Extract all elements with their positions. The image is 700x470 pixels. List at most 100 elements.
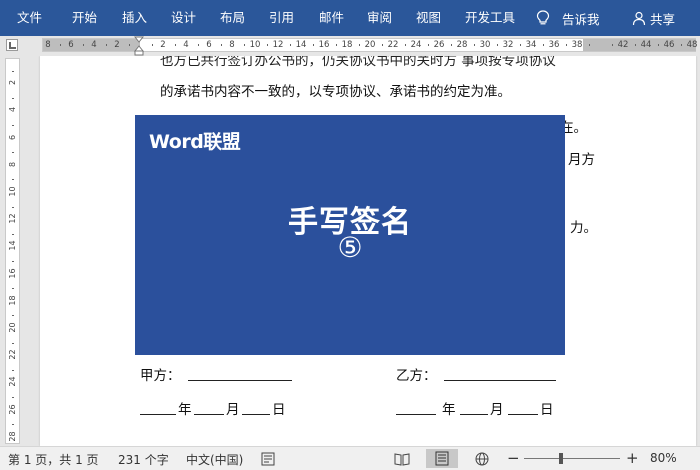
indent-marker-icon[interactable] — [134, 36, 144, 56]
ruler-tick — [611, 44, 613, 46]
ruler-number: 2 — [160, 40, 166, 50]
ruler-tick — [634, 44, 636, 46]
ruler-tick — [381, 44, 383, 46]
ruler-tick — [450, 44, 452, 46]
text-line-cut: 也方已共行签订办公书的，仍关协议书中的关时方 事项按专项协议 — [160, 56, 556, 69]
ruler-tick — [519, 44, 521, 46]
page-count[interactable]: 第 1 页，共 1 页 — [8, 451, 99, 468]
ruler-number: 28 — [456, 40, 468, 50]
zoom-out-button[interactable]: − — [507, 449, 520, 467]
ruler-number: 8 — [229, 40, 235, 50]
vruler-tick — [12, 342, 14, 344]
vruler-number: 14 — [8, 240, 17, 251]
ruler-number: 32 — [502, 40, 514, 50]
ruler-number: 36 — [548, 40, 560, 50]
ruler-number: 12 — [272, 40, 284, 50]
vruler-number: 26 — [8, 404, 17, 415]
vruler-tick — [12, 397, 14, 398]
vruler-number: 16 — [8, 268, 17, 279]
tab-mailings[interactable]: 邮件 — [319, 0, 344, 36]
tab-layout[interactable]: 布局 — [220, 0, 245, 36]
vruler-number: 22 — [8, 349, 17, 360]
zoom-in-button[interactable]: + — [626, 449, 639, 467]
ruler-number: 26 — [433, 40, 445, 50]
date-b-month-line — [460, 414, 488, 415]
vruler-number: 28 — [8, 431, 17, 442]
vruler-number: 24 — [8, 376, 17, 387]
language-indicator[interactable]: 中文(中国) — [186, 451, 243, 468]
ruler-number: 46 — [663, 40, 675, 50]
ruler-number: 16 — [318, 40, 330, 50]
zoom-level[interactable]: 80% — [650, 451, 677, 465]
step-number: ⑤ — [337, 231, 363, 264]
party-b-label: 乙方： — [396, 368, 437, 384]
vruler-tick — [12, 424, 14, 426]
person-icon — [632, 11, 646, 25]
ruler-number: 14 — [295, 40, 307, 50]
tab-references[interactable]: 引用 — [269, 0, 294, 36]
read-mode-icon[interactable] — [394, 451, 410, 467]
ruler-tick — [404, 44, 406, 46]
vruler-tick — [12, 206, 14, 208]
ruler-tick — [473, 44, 475, 46]
text-fragment: 月方 — [568, 152, 595, 168]
date-b-year: 年 — [442, 402, 456, 418]
vruler-number: 20 — [8, 322, 17, 333]
vruler-tick — [12, 369, 14, 371]
tab-file[interactable]: 文件 — [17, 0, 42, 36]
date-a-year-line — [140, 414, 176, 415]
ruler-tick — [565, 44, 567, 46]
ruler-tick — [197, 44, 199, 46]
vertical-ruler[interactable]: 2 4 6 8 10 12 14 16 18 20 22 24 26 28 — [5, 58, 20, 444]
web-layout-icon[interactable] — [474, 451, 490, 467]
ruler-number: 48 — [686, 40, 698, 50]
vruler-tick — [12, 97, 14, 99]
ruler-tick — [105, 44, 107, 46]
ruler-tick — [312, 44, 314, 46]
word-count[interactable]: 231 个字 — [118, 451, 169, 468]
party-a-label: 甲方： — [140, 368, 181, 384]
tab-design[interactable]: 设计 — [171, 0, 196, 36]
text-fragment: 力。 — [570, 220, 597, 236]
tab-insert[interactable]: 插入 — [122, 0, 147, 36]
ruler-tick — [335, 44, 337, 46]
tutorial-overlay: Word联盟 手写签名 ⑤ — [135, 115, 565, 355]
ruler-tick — [680, 44, 682, 46]
share-button[interactable]: 共享 — [632, 0, 675, 36]
vruler-tick — [12, 179, 14, 181]
print-layout-view-button[interactable] — [426, 449, 458, 468]
tab-selector[interactable] — [6, 39, 18, 51]
ruler-tick — [243, 44, 245, 46]
ruler-tick — [220, 44, 222, 46]
ruler-tick — [82, 44, 84, 46]
date-a-day-line — [242, 414, 270, 415]
ruler-number: 30 — [479, 40, 491, 50]
vruler-tick — [12, 261, 14, 262]
vruler-tick — [12, 288, 14, 290]
date-b-year-line — [396, 414, 436, 415]
date-b-month: 月 — [490, 402, 504, 418]
tab-home[interactable]: 开始 — [72, 0, 97, 36]
vruler-number: 18 — [8, 295, 17, 306]
date-a-day: 日 — [272, 402, 286, 418]
tab-developer[interactable]: 开发工具 — [465, 0, 515, 36]
vruler-number: 12 — [8, 213, 17, 224]
tab-review[interactable]: 审阅 — [367, 0, 392, 36]
tab-view[interactable]: 视图 — [416, 0, 441, 36]
vruler-number: 8 — [8, 161, 17, 167]
zoom-slider-thumb[interactable] — [559, 453, 563, 464]
ruler-tick — [496, 44, 498, 46]
ribbon-tab-bar: 文件 开始 插入 设计 布局 引用 邮件 审阅 视图 开发工具 告诉我 共享 — [0, 0, 700, 36]
ruler-number: 22 — [387, 40, 399, 50]
vruler-number: 4 — [8, 107, 17, 113]
macro-record-icon[interactable] — [260, 451, 276, 467]
ruler-number: 42 — [617, 40, 629, 50]
zoom-slider-track[interactable] — [524, 458, 620, 459]
tell-me-box[interactable]: 告诉我 — [536, 0, 600, 36]
word-window: 文件 开始 插入 设计 布局 引用 邮件 审阅 视图 开发工具 告诉我 共享 8… — [0, 0, 700, 470]
text-line: 的承诺书内容不一致的，以专项协议、承诺书的约定为准。 — [160, 84, 511, 100]
lightbulb-icon — [536, 10, 550, 25]
vruler-number: 10 — [8, 186, 17, 197]
print-layout-icon — [435, 451, 449, 466]
date-a-year: 年 — [178, 402, 192, 418]
